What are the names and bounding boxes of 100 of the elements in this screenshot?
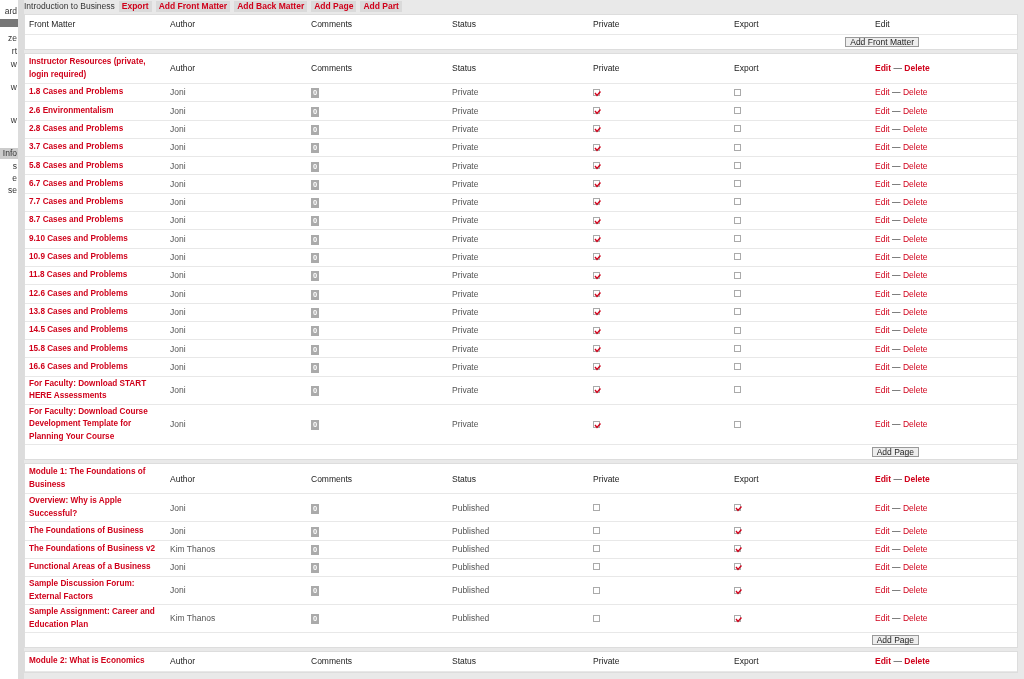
delete-link[interactable]: Delete [902, 613, 928, 624]
checked-checkbox[interactable] [593, 88, 601, 97]
chapter-link[interactable]: Sample Discussion Forum: External Factors [29, 578, 164, 604]
chapter-link[interactable]: The Foundations of Business v2 [29, 542, 164, 556]
checked-checkbox[interactable] [593, 289, 601, 298]
checked-checkbox[interactable] [593, 326, 601, 335]
delete-link[interactable]: Delete [902, 160, 928, 171]
checked-checkbox[interactable] [734, 526, 742, 535]
delete-link[interactable]: Delete [902, 288, 928, 299]
edit-link[interactable]: Edit [875, 288, 890, 299]
edit-link[interactable]: Edit [875, 233, 890, 244]
chapter-link[interactable]: 2.8 Cases and Problems [29, 123, 164, 136]
checkbox[interactable] [593, 526, 601, 535]
edit-link[interactable]: Edit [875, 502, 890, 513]
checkbox[interactable] [734, 289, 742, 298]
section-title-link[interactable]: Module 1: The Foundations of Business [29, 466, 164, 492]
delete-link[interactable]: Delete [902, 343, 928, 354]
delete-link[interactable]: Delete [904, 656, 930, 667]
edit-link[interactable]: Edit [875, 160, 890, 171]
sidebar-item[interactable]: ze [0, 33, 18, 44]
delete-link[interactable]: Delete [902, 419, 928, 430]
edit-link[interactable]: Edit [875, 215, 890, 226]
delete-link[interactable]: Delete [902, 325, 928, 336]
edit-link[interactable]: Edit [875, 473, 892, 484]
checkbox[interactable] [734, 106, 742, 115]
toolbar-link[interactable]: Add Part [360, 0, 402, 12]
edit-link[interactable]: Edit [875, 306, 890, 317]
checked-checkbox[interactable] [593, 253, 601, 262]
delete-link[interactable]: Delete [902, 525, 928, 536]
checkbox[interactable] [734, 363, 742, 372]
delete-link[interactable]: Delete [902, 385, 928, 395]
checkbox[interactable] [734, 161, 742, 170]
toolbar-link[interactable]: Add Page [311, 0, 357, 12]
delete-link[interactable]: Delete [902, 197, 928, 208]
checked-checkbox[interactable] [593, 180, 601, 189]
delete-link[interactable]: Delete [902, 502, 928, 513]
checked-checkbox[interactable] [593, 344, 601, 353]
checkbox[interactable] [734, 198, 742, 207]
checked-checkbox[interactable] [734, 503, 742, 512]
edit-link[interactable]: Edit [875, 419, 890, 430]
edit-link[interactable]: Edit [875, 178, 890, 189]
section-title-link[interactable]: Instructor Resources (private, login required) [29, 56, 164, 81]
edit-link[interactable]: Edit [875, 124, 890, 134]
checkbox[interactable] [593, 563, 601, 572]
checkbox[interactable] [734, 180, 742, 189]
delete-link[interactable]: Delete [902, 215, 928, 226]
delete-link[interactable]: Delete [902, 142, 928, 153]
checked-checkbox[interactable] [593, 271, 601, 280]
chapter-link[interactable]: 15.8 Cases and Problems [29, 342, 164, 356]
checked-checkbox[interactable] [734, 614, 742, 623]
checkbox[interactable] [734, 216, 742, 225]
delete-link[interactable]: Delete [902, 87, 928, 98]
checkbox[interactable] [593, 503, 601, 512]
chapter-link[interactable]: 8.7 Cases and Problems [29, 214, 164, 227]
chapter-link[interactable]: 11.8 Cases and Problems [29, 269, 164, 282]
edit-link[interactable]: Edit [875, 562, 890, 573]
chapter-link[interactable]: 10.9 Cases and Problems [29, 251, 164, 264]
toolbar-link[interactable]: Add Front Matter [155, 0, 231, 12]
chapter-link[interactable]: Overview: Why is Apple Successful? [29, 495, 164, 521]
chapter-link[interactable]: Functional Areas of a Business [29, 561, 164, 574]
chapter-link[interactable]: 2.6 Environmentalism [29, 104, 164, 118]
chapter-link[interactable]: For Faculty: Download START HERE Assessments [29, 377, 164, 403]
sidebar-item[interactable]: w [0, 115, 18, 126]
edit-link[interactable]: Edit [875, 252, 890, 263]
checked-checkbox[interactable] [593, 125, 601, 134]
checkbox[interactable] [734, 420, 742, 429]
delete-link[interactable]: Delete [902, 270, 928, 281]
delete-link[interactable]: Delete [902, 124, 928, 134]
sidebar-item[interactable]: se [0, 185, 18, 196]
delete-link[interactable]: Delete [902, 252, 928, 263]
checked-checkbox[interactable] [593, 308, 601, 317]
edit-link[interactable]: Edit [875, 63, 892, 74]
edit-link[interactable]: Edit [875, 543, 890, 554]
checked-checkbox[interactable] [593, 106, 601, 115]
edit-link[interactable]: Edit [875, 525, 890, 536]
checkbox[interactable] [734, 253, 742, 262]
section-title-link[interactable]: Module 2: What is Economics [29, 655, 164, 668]
checkbox[interactable] [734, 143, 742, 152]
sidebar-item[interactable]: s [0, 161, 18, 172]
sidebar-item[interactable]: w [0, 82, 18, 93]
add-button[interactable]: Add Front Matter [845, 37, 919, 47]
checked-checkbox[interactable] [593, 363, 601, 372]
edit-link[interactable]: Edit [875, 197, 890, 208]
add-button[interactable]: Add Page [871, 447, 919, 458]
delete-link[interactable]: Delete [904, 63, 930, 74]
edit-link[interactable]: Edit [875, 343, 890, 354]
checkbox[interactable] [593, 545, 601, 554]
checked-checkbox[interactable] [734, 563, 742, 572]
delete-link[interactable]: Delete [902, 585, 928, 596]
checked-checkbox[interactable] [593, 420, 601, 429]
edit-link[interactable]: Edit [875, 656, 892, 667]
checked-checkbox[interactable] [593, 143, 601, 152]
checkbox[interactable] [593, 614, 601, 623]
checkbox[interactable] [734, 125, 742, 134]
edit-link[interactable]: Edit [875, 105, 890, 116]
delete-link[interactable]: Delete [904, 473, 930, 484]
sidebar-item[interactable]: Info [0, 148, 18, 159]
checkbox[interactable] [734, 386, 742, 395]
delete-link[interactable]: Delete [902, 562, 928, 573]
edit-link[interactable]: Edit [875, 585, 890, 596]
